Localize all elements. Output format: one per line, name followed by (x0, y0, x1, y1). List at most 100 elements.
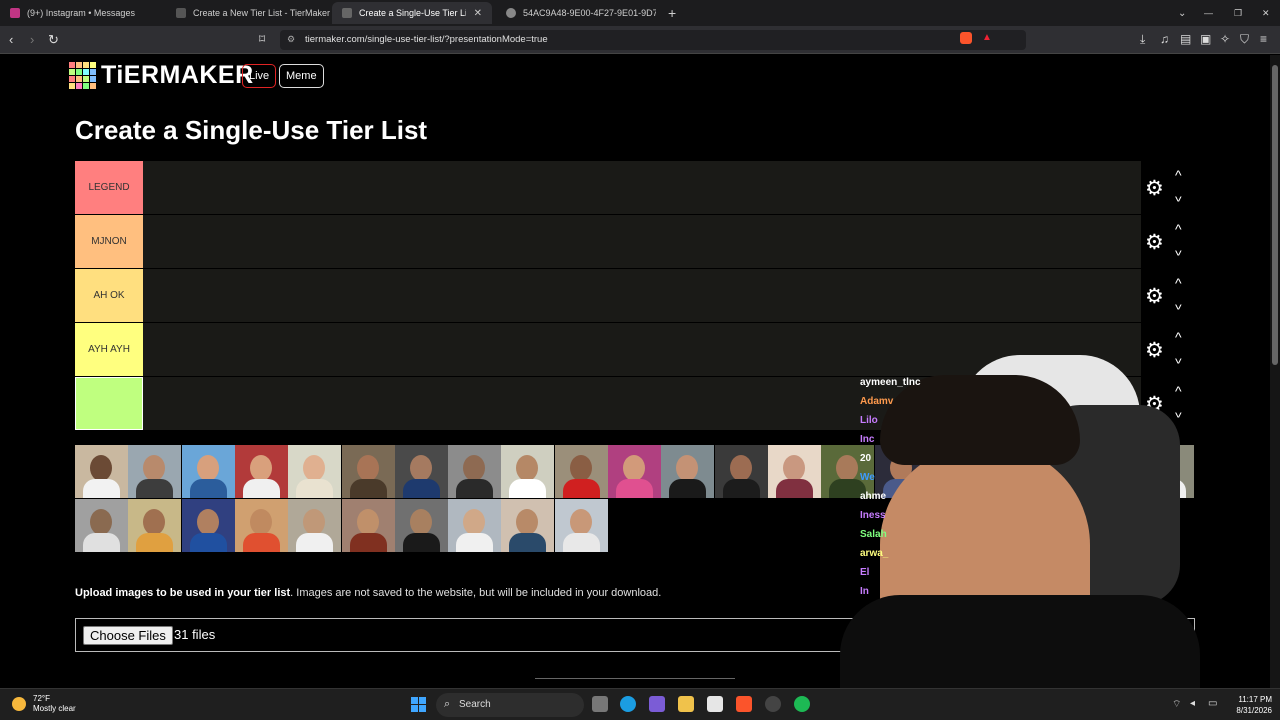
chat-username: Salah (860, 529, 887, 540)
tab-image[interactable]: 54AC9A48-9E00-4F27-9E01-9D72D8 (496, 2, 656, 24)
tier-item-image[interactable] (341, 499, 395, 552)
tier-item-image[interactable] (288, 499, 342, 552)
chat-username: Adamv (860, 396, 894, 407)
tier-item-image[interactable] (181, 445, 235, 498)
tier-row[interactable]: AH OK ⚙ ^ ^ (75, 269, 1182, 323)
logo-grid-icon (69, 62, 96, 89)
system-clock[interactable]: 11:17 PM 8/31/2026 (1224, 694, 1272, 716)
m365-icon[interactable] (649, 696, 665, 712)
live-button[interactable]: Live (242, 64, 277, 88)
move-up-icon[interactable]: ^ (1175, 167, 1182, 183)
file-explorer-icon[interactable] (678, 696, 694, 712)
tier-label[interactable] (75, 377, 143, 430)
gear-icon[interactable]: ⚙ (1145, 230, 1164, 255)
media-icon[interactable]: ♫ (1160, 32, 1169, 46)
tiermaker-icon (176, 8, 186, 18)
bookmark-icon[interactable]: ⌑ (259, 32, 265, 46)
gear-icon[interactable]: ⚙ (1145, 284, 1164, 309)
tab-single-use-tier-list[interactable]: Create a Single-Use Tier List (Pri ✕ (332, 2, 492, 24)
tier-item-image[interactable] (234, 445, 288, 498)
site-info-icon[interactable]: ⚙ (287, 34, 295, 45)
tab-list-chevron-icon[interactable]: ⌄ (1168, 2, 1190, 24)
clock-time: 11:17 PM (1238, 695, 1272, 704)
edge-icon[interactable] (620, 696, 636, 712)
forward-icon[interactable]: › (30, 32, 34, 47)
network-icon[interactable]: ⌔ (1172, 698, 1181, 711)
wallet-icon[interactable]: ▣ (1200, 32, 1211, 46)
volume-icon[interactable]: ◂ (1190, 698, 1195, 709)
back-icon[interactable]: ‹ (9, 32, 13, 47)
tiermaker-logo[interactable]: TiERMAKER (69, 61, 254, 90)
tier-item-image[interactable] (767, 445, 821, 498)
logitech-icon[interactable] (765, 696, 781, 712)
tier-item-image[interactable] (501, 445, 555, 498)
brave-rewards-icon[interactable]: ▲ (982, 32, 992, 43)
instagram-icon (10, 8, 20, 18)
tier-label[interactable]: LEGEND (75, 161, 143, 214)
tier-item-image[interactable] (128, 445, 182, 498)
move-up-icon[interactable]: ^ (1175, 329, 1182, 345)
store-icon[interactable] (707, 696, 723, 712)
tier-item-image[interactable] (554, 445, 608, 498)
taskbar-search[interactable]: ⌕ Search (436, 693, 584, 717)
tier-row[interactable]: LEGEND ⚙ ^ ^ (75, 161, 1182, 215)
vpn-icon[interactable]: ⛉ (1240, 32, 1249, 47)
battery-icon[interactable]: ▭ (1208, 698, 1217, 709)
new-tab-button[interactable]: + (658, 2, 682, 24)
tier-item-image[interactable] (394, 499, 448, 552)
tier-item-image[interactable] (394, 445, 448, 498)
chat-username: ahme (860, 491, 887, 502)
tier-item-image[interactable] (501, 499, 555, 552)
move-up-icon[interactable]: ^ (1175, 275, 1182, 291)
tier-label[interactable]: MJNON (75, 215, 143, 268)
tier-item-image[interactable] (341, 445, 395, 498)
menu-icon[interactable]: ≡ (1260, 32, 1267, 46)
page-scrollbar[interactable] (1270, 55, 1280, 688)
leo-ai-icon[interactable]: ✧ (1220, 32, 1230, 46)
search-icon: ⌕ (444, 698, 451, 710)
choose-files-button[interactable]: Choose Files (83, 626, 173, 645)
tab-instagram[interactable]: (9+) Instagram • Messages (0, 2, 168, 24)
tier-label[interactable]: AYH AYH (75, 323, 143, 376)
tier-item-image[interactable] (714, 445, 768, 498)
minimize-button[interactable]: — (1194, 2, 1216, 24)
tier-item-image[interactable] (234, 499, 288, 552)
reload-icon[interactable]: ↻ (48, 32, 59, 48)
brave-shields-icon[interactable] (960, 32, 972, 44)
tier-row[interactable]: MJNON ⚙ ^ ^ (75, 215, 1182, 269)
task-view-icon[interactable] (592, 696, 608, 712)
tier-label[interactable]: AH OK (75, 269, 143, 322)
tier-item-image[interactable] (181, 499, 235, 552)
tab-create-new-tier-list[interactable]: Create a New Tier List - TierMaker (166, 2, 334, 24)
move-down-icon[interactable]: ^ (1175, 243, 1182, 259)
tier-item-image[interactable] (448, 499, 502, 552)
move-down-icon[interactable]: ^ (1175, 297, 1182, 313)
meme-button[interactable]: Meme (279, 64, 324, 88)
clock-date: 8/31/2026 (1236, 706, 1272, 715)
start-button[interactable] (411, 697, 426, 712)
tier-item-image[interactable] (128, 499, 182, 552)
address-bar[interactable]: ⚙ tiermaker.com/single-use-tier-list/?pr… (280, 30, 1026, 50)
tier-item-image[interactable] (554, 499, 608, 552)
tier-item-image[interactable] (661, 445, 715, 498)
spotify-icon[interactable] (794, 696, 810, 712)
close-tab-icon[interactable]: ✕ (474, 8, 482, 19)
move-down-icon[interactable]: ^ (1175, 189, 1182, 205)
move-up-icon[interactable]: ^ (1175, 221, 1182, 237)
tier-item-image[interactable] (75, 445, 128, 498)
download-icon[interactable]: ⤓ (1140, 32, 1145, 47)
brave-icon[interactable] (736, 696, 752, 712)
weather-widget[interactable]: 72°F Mostly clear (12, 694, 76, 714)
tier-item-image[interactable] (288, 445, 342, 498)
tier-item-image[interactable] (75, 499, 128, 552)
close-window-button[interactable]: ✕ (1252, 2, 1274, 24)
tier-item-image[interactable] (448, 445, 502, 498)
page-title: Create a Single-Use Tier List (75, 115, 428, 145)
scrollbar-thumb[interactable] (1272, 65, 1278, 365)
maximize-button[interactable]: ❐ (1224, 2, 1246, 24)
chat-username: We (860, 472, 875, 483)
windows-taskbar: 72°F Mostly clear ⌕ Search ⌔ ◂ ▭ 11:17 P… (0, 688, 1280, 720)
gear-icon[interactable]: ⚙ (1145, 176, 1164, 201)
tier-item-image[interactable] (608, 445, 661, 498)
sidebar-icon[interactable]: ▤ (1180, 32, 1191, 46)
